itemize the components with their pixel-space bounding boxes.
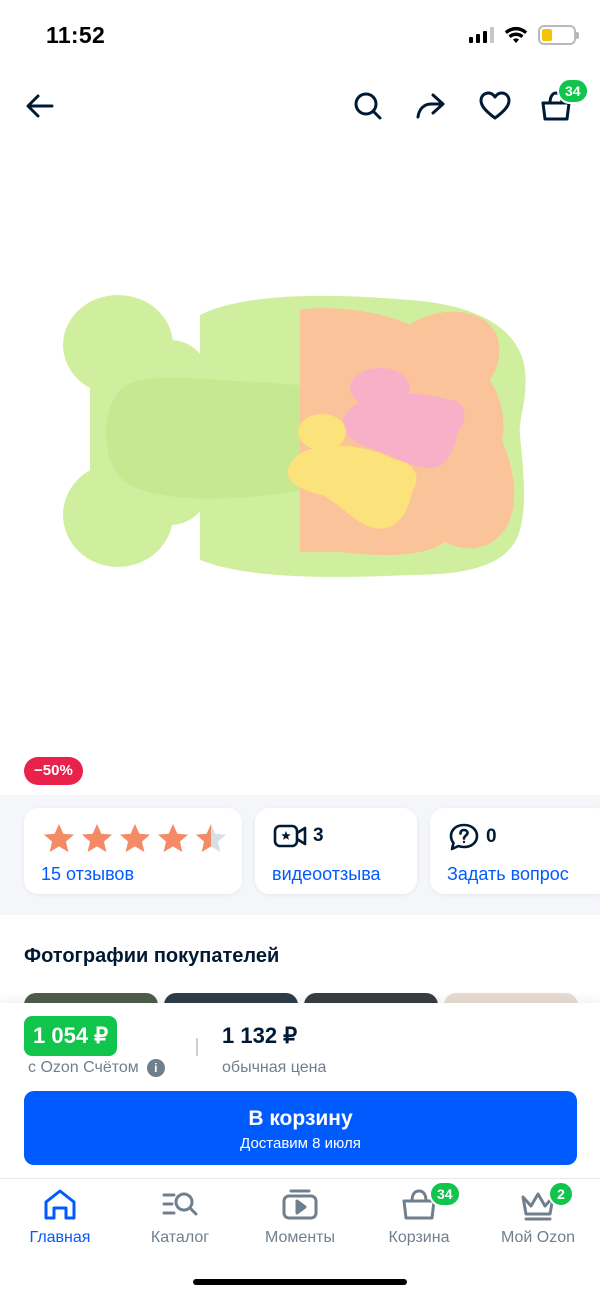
delivery-date: Доставим 8 июля xyxy=(240,1135,361,1152)
favorite-heart-icon[interactable] xyxy=(473,84,517,128)
star-icon xyxy=(82,824,112,852)
tab-cart[interactable]: 34 Корзина xyxy=(359,1179,479,1259)
moments-icon xyxy=(280,1187,320,1223)
status-icons xyxy=(469,25,579,45)
tab-catalog[interactable]: Каталог xyxy=(120,1179,240,1259)
top-nav: 34 xyxy=(0,78,600,130)
product-image[interactable] xyxy=(50,270,550,600)
tab-catalog-label: Каталог xyxy=(150,1229,210,1246)
star-icon xyxy=(120,824,150,852)
discount-badge: −50% xyxy=(24,757,83,785)
tab-cart-badge: 34 xyxy=(429,1181,461,1207)
video-camera-icon xyxy=(273,824,307,848)
tab-my-ozon-label: Мой Ozon xyxy=(500,1229,576,1246)
cellular-signal-icon xyxy=(469,27,494,43)
price-panel: 1 054 ₽ с Ozon Счётом i 1 132 ₽ обычная … xyxy=(0,1003,600,1178)
tab-home[interactable]: Главная xyxy=(0,1179,120,1259)
home-icon xyxy=(40,1187,80,1223)
question-bubble-icon xyxy=(449,823,479,851)
info-cards-strip: 15 отзывов 3 видеоотзыва 0 Задать вопрос xyxy=(0,795,600,915)
status-time: 11:52 xyxy=(46,22,106,48)
ask-question-link[interactable]: Задать вопрос xyxy=(447,864,569,885)
info-icon[interactable]: i xyxy=(146,1059,165,1077)
regular-price: 1 132 ₽ xyxy=(222,1023,298,1048)
status-bar: 11:52 xyxy=(0,0,600,70)
regular-price-note: обычная цена xyxy=(222,1059,327,1076)
back-arrow-icon[interactable] xyxy=(18,84,62,128)
share-icon[interactable] xyxy=(408,84,452,128)
rating-stars xyxy=(42,822,228,854)
catalog-icon xyxy=(160,1187,200,1223)
questions-card[interactable]: 0 Задать вопрос xyxy=(430,808,600,894)
reviews-card[interactable]: 15 отзывов xyxy=(24,808,242,894)
search-icon[interactable] xyxy=(346,84,390,128)
tab-my-ozon[interactable]: 2 Мой Ozon xyxy=(478,1179,598,1259)
questions-count: 0 xyxy=(486,826,497,847)
star-icon xyxy=(158,824,188,852)
star-icon xyxy=(196,824,226,852)
video-reviews-link[interactable]: видеоотзыва xyxy=(272,864,381,885)
ozon-card-note: с Ozon Счётом i xyxy=(28,1059,165,1077)
wifi-icon xyxy=(504,26,528,43)
price-divider xyxy=(196,1038,198,1056)
add-to-cart-button[interactable]: В корзину Доставим 8 июля xyxy=(24,1091,577,1165)
buyer-photos-title: Фотографии покупателей xyxy=(24,945,280,967)
ozon-card-note-text: с Ozon Счётом xyxy=(28,1059,139,1076)
tab-moments[interactable]: Моменты xyxy=(240,1179,360,1259)
add-to-cart-label: В корзину xyxy=(248,1107,353,1130)
home-indicator xyxy=(193,1279,407,1285)
tab-moments-label: Моменты xyxy=(265,1229,335,1246)
star-icon xyxy=(44,824,74,852)
reviews-link[interactable]: 15 отзывов xyxy=(41,864,134,885)
tab-cart-label: Корзина xyxy=(388,1229,450,1246)
battery-icon xyxy=(538,25,579,45)
video-count: 3 xyxy=(313,825,324,846)
tab-home-label: Главная xyxy=(29,1229,91,1246)
video-reviews-card[interactable]: 3 видеоотзыва xyxy=(255,808,417,894)
tab-my-ozon-badge: 2 xyxy=(548,1181,574,1207)
ozon-card-price: 1 054 ₽ xyxy=(24,1016,118,1056)
header-cart-badge: 34 xyxy=(557,78,589,104)
